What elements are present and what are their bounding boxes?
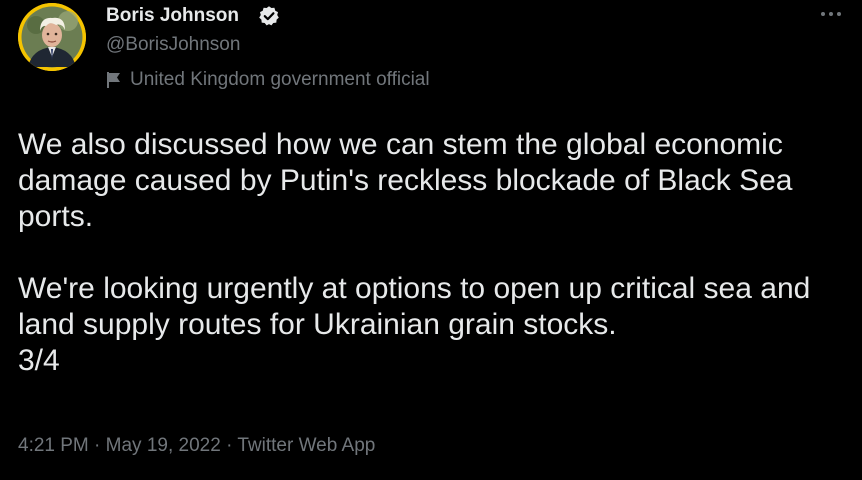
tweet-container: Boris Johnson @BorisJohnson United Kingd… (0, 0, 862, 480)
government-label: United Kingdom government official (106, 69, 430, 91)
more-options-icon (821, 12, 841, 16)
tweet-paragraph: We're looking urgently at options to ope… (18, 271, 848, 379)
flag-icon (107, 72, 120, 88)
avatar-photo (18, 3, 86, 71)
tweet-paragraph-text: We're looking urgently at options to ope… (18, 272, 811, 341)
verified-badge-icon (259, 6, 279, 26)
meta-separator: · (94, 435, 101, 456)
author-avatar[interactable] (18, 3, 86, 71)
tweet-meta: 4:21 PM · May 19, 2022 · Twitter Web App (18, 435, 375, 457)
tweet-source[interactable]: Twitter Web App (237, 435, 375, 456)
tweet-date[interactable]: May 19, 2022 (106, 435, 221, 456)
tweet-paragraph: We also discussed how we can stem the gl… (18, 128, 793, 233)
author-handle[interactable]: @BorisJohnson (106, 34, 240, 56)
thread-counter: 3/4 (18, 344, 60, 377)
meta-separator: · (226, 435, 233, 456)
government-label-text: United Kingdom government official (130, 69, 430, 90)
more-options-button[interactable] (818, 4, 844, 24)
tweet-time[interactable]: 4:21 PM (18, 435, 89, 456)
author-display-name[interactable]: Boris Johnson (106, 5, 239, 27)
tweet-text: We also discussed how we can stem the gl… (18, 127, 848, 379)
